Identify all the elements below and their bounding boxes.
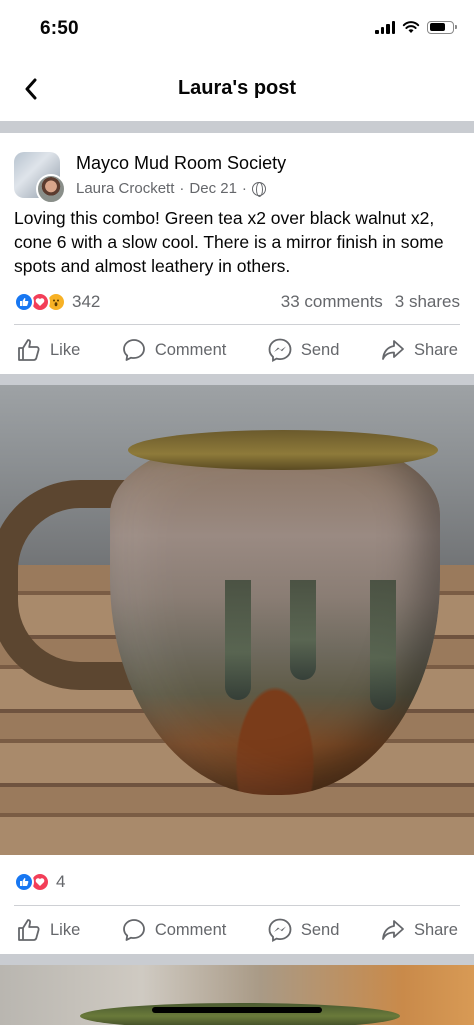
share-icon (382, 340, 404, 360)
photo-actions: Like Comment Send Share (0, 907, 474, 953)
send-label: Send (300, 920, 340, 939)
divider (14, 905, 460, 906)
mug-rim (128, 430, 438, 470)
like-label: Like (50, 340, 81, 359)
like-button[interactable]: Like (16, 917, 80, 943)
page-title: Laura's post (177, 77, 297, 99)
section-divider (0, 121, 474, 133)
wifi-icon (402, 21, 420, 33)
like-button[interactable]: Like (16, 337, 80, 363)
post-stats: 342 33 comments 3 shares (14, 288, 460, 316)
group-avatar[interactable] (14, 152, 66, 204)
post-header: Mayco Mud Room Society Laura Crockett · … (14, 150, 460, 206)
section-divider (0, 374, 474, 385)
status-icons (375, 20, 457, 34)
post-date[interactable]: Dec 21 (189, 180, 237, 197)
like-icon (18, 919, 40, 941)
group-name[interactable]: Mayco Mud Room Society (76, 153, 286, 174)
post-photo-2[interactable] (0, 965, 474, 1025)
like-reaction-icon (14, 872, 34, 892)
post-text: Loving this combo! Green tea x2 over bla… (14, 208, 444, 276)
send-button[interactable]: Send (267, 917, 340, 943)
signal-icon (375, 20, 395, 34)
post-photo-mug[interactable] (0, 385, 474, 855)
post-meta: Laura Crockett · Dec 21 · (76, 180, 266, 197)
globe-icon (251, 181, 266, 197)
comments-count[interactable]: 33 comments (281, 292, 383, 312)
meta-separator: · (179, 180, 185, 197)
status-bar: 6:50 (0, 0, 474, 56)
share-button[interactable]: Share (380, 917, 458, 943)
comment-label: Comment (154, 920, 227, 939)
send-label: Send (300, 340, 340, 359)
share-icon (382, 920, 404, 940)
battery-icon (427, 20, 457, 34)
comment-label: Comment (154, 340, 227, 359)
like-label: Like (50, 920, 81, 939)
engagement-counts: 33 comments 3 shares (281, 292, 460, 312)
home-indicator (152, 1007, 322, 1013)
share-label: Share (413, 920, 458, 939)
photo-reaction-count: 4 (56, 872, 66, 891)
share-label: Share (413, 340, 458, 359)
comment-button[interactable]: Comment (121, 337, 227, 363)
comment-icon (122, 919, 145, 941)
glaze-drip (290, 580, 316, 680)
send-button[interactable]: Send (267, 337, 340, 363)
comment-button[interactable]: Comment (121, 917, 227, 943)
photo-reactions[interactable]: 4 (14, 868, 65, 896)
like-reaction-icon (14, 292, 34, 312)
reaction-count: 342 (72, 292, 101, 311)
nav-bar: Laura's post (0, 64, 474, 114)
shares-count[interactable]: 3 shares (395, 292, 460, 312)
like-icon (18, 339, 40, 361)
messenger-send-icon (268, 338, 292, 362)
meta-separator: · (241, 180, 247, 197)
post-actions: Like Comment Send Share (0, 327, 474, 373)
comment-icon (122, 339, 145, 361)
glaze-drip (225, 580, 251, 700)
reactions-summary[interactable]: 342 (14, 292, 100, 312)
glaze-drip (370, 580, 396, 710)
author-name[interactable]: Laura Crockett (76, 180, 174, 197)
messenger-send-icon (268, 918, 292, 942)
status-time: 6:50 (40, 18, 79, 39)
divider (14, 324, 460, 325)
author-avatar[interactable] (36, 174, 66, 204)
share-button[interactable]: Share (380, 337, 458, 363)
section-divider (0, 954, 474, 965)
